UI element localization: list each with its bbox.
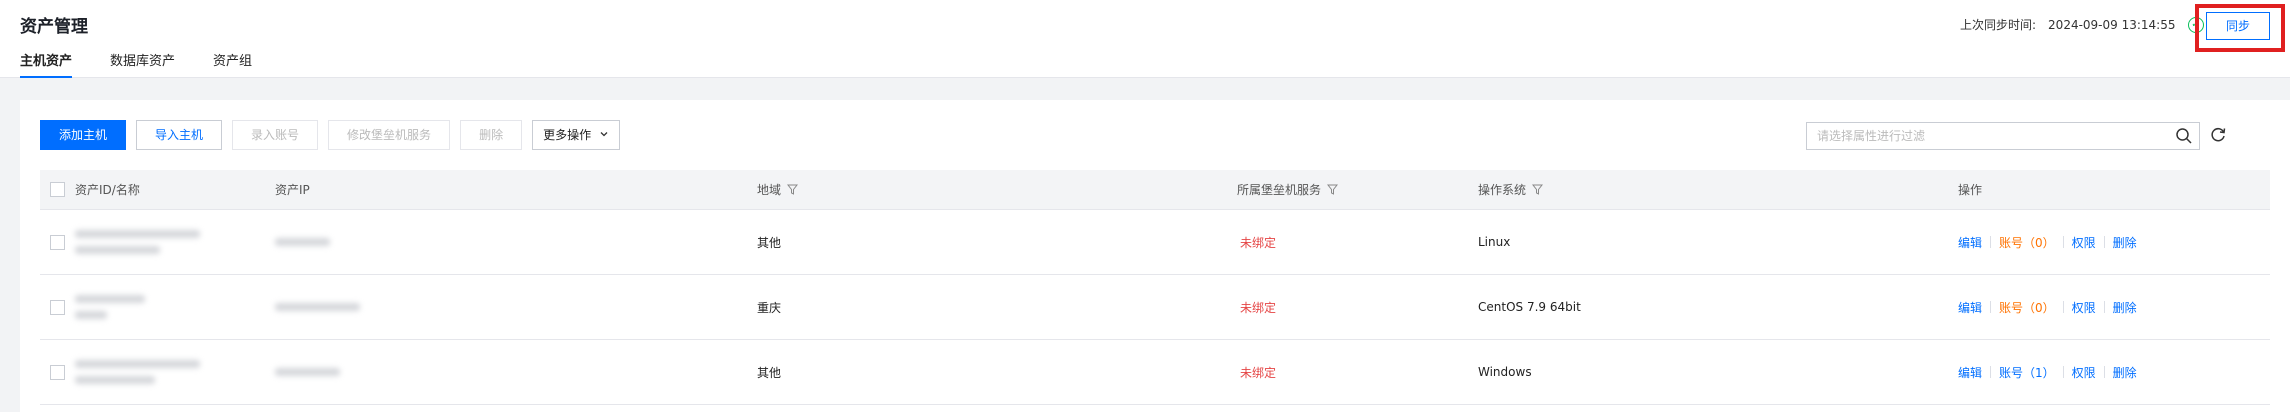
- column-ip: 资产IP: [275, 183, 310, 197]
- host-asset-table: 资产ID/名称 资产IP 地域 所属堡垒机服务 操作系统 操作 其他 未绑定 L…: [40, 170, 2270, 405]
- table-header: 资产ID/名称 资产IP 地域 所属堡垒机服务 操作系统 操作: [40, 170, 2270, 210]
- row-actions: 编辑 账号（1） 权限 删除: [1958, 340, 2137, 404]
- row-checkbox[interactable]: [50, 364, 65, 380]
- delete-link[interactable]: 删除: [2113, 364, 2137, 381]
- table-row: 其他 未绑定 Windows 编辑 账号（1） 权限 删除: [40, 340, 2270, 405]
- permission-link[interactable]: 权限: [2072, 234, 2096, 251]
- row-checkbox[interactable]: [50, 299, 65, 315]
- row-bastion-status: 未绑定: [1240, 235, 1277, 250]
- search-input[interactable]: [1807, 123, 2147, 149]
- sync-time: 2024-09-09 13:14:55: [2048, 17, 2176, 32]
- row-actions: 编辑 账号（0） 权限 删除: [1958, 210, 2137, 274]
- column-os-label: 操作系统: [1478, 183, 1527, 197]
- table-row: 重庆 未绑定 CentOS 7.9 64bit 编辑 账号（0） 权限 删除: [40, 275, 2270, 340]
- sync-button[interactable]: 同步: [2206, 12, 2270, 40]
- edit-link[interactable]: 编辑: [1958, 234, 1982, 251]
- redacted-ip: [275, 210, 330, 274]
- divider: [2103, 236, 2105, 248]
- enter-account-button[interactable]: 录入账号: [232, 120, 319, 150]
- row-bastion-status: 未绑定: [1240, 365, 1277, 380]
- redacted-ip: [275, 275, 360, 339]
- sync-label: 上次同步时间:: [1960, 18, 2037, 32]
- redacted-ip: [275, 340, 340, 404]
- delete-link[interactable]: 删除: [2113, 234, 2137, 251]
- redacted-id-name: [75, 340, 200, 404]
- row-os: Linux: [1478, 235, 1511, 249]
- select-all-checkbox[interactable]: [50, 182, 65, 197]
- tab-asset-groups[interactable]: 资产组: [213, 52, 252, 78]
- filter-search: [1806, 122, 2200, 150]
- divider: [2103, 301, 2105, 313]
- filter-icon[interactable]: [787, 184, 799, 195]
- row-region: 重庆: [757, 300, 782, 315]
- divider: [2062, 236, 2064, 248]
- sync-status: 上次同步时间: 2024-09-09 13:14:55 ✓: [1960, 16, 2216, 33]
- table-row: 其他 未绑定 Linux 编辑 账号（0） 权限 删除: [40, 210, 2270, 275]
- column-os: 操作系统: [1478, 170, 1544, 209]
- modify-bastion-button[interactable]: 修改堡垒机服务: [328, 120, 451, 150]
- column-id-name: 资产ID/名称: [75, 183, 140, 197]
- top-bar: 资产管理 主机资产 数据库资产 资产组 上次同步时间: 2024-09-09 1…: [0, 0, 2290, 78]
- more-actions-label: 更多操作: [543, 128, 592, 142]
- tab-host-assets[interactable]: 主机资产: [20, 52, 73, 78]
- filter-icon[interactable]: [1532, 184, 1544, 195]
- account-link[interactable]: 账号（1）: [1999, 364, 2055, 381]
- divider: [1990, 236, 1992, 248]
- chevron-down-icon: [600, 132, 608, 137]
- column-actions: 操作: [1958, 183, 1983, 197]
- divider: [1990, 366, 1992, 378]
- redacted-id-name: [75, 275, 145, 339]
- account-link[interactable]: 账号（0）: [1999, 234, 2055, 251]
- delete-button[interactable]: 删除: [460, 120, 523, 150]
- import-host-button[interactable]: 导入主机: [136, 120, 223, 150]
- column-region: 地域: [757, 170, 799, 209]
- row-region: 其他: [757, 235, 782, 250]
- tab-database-assets[interactable]: 数据库资产: [110, 52, 175, 78]
- search-icon[interactable]: [2175, 127, 2193, 145]
- row-bastion-status: 未绑定: [1240, 300, 1277, 315]
- more-actions-dropdown[interactable]: 更多操作: [532, 120, 620, 150]
- permission-link[interactable]: 权限: [2072, 364, 2096, 381]
- permission-link[interactable]: 权限: [2072, 299, 2096, 316]
- column-region-label: 地域: [757, 183, 782, 197]
- asset-panel: 添加主机 导入主机 录入账号 修改堡垒机服务 删除 更多操作 资产ID/名称 资…: [20, 100, 2290, 412]
- edit-link[interactable]: 编辑: [1958, 364, 1982, 381]
- row-region: 其他: [757, 365, 782, 380]
- column-bastion: 所属堡垒机服务: [1237, 170, 1339, 209]
- divider: [2062, 366, 2064, 378]
- add-host-button[interactable]: 添加主机: [40, 120, 127, 150]
- asset-tabs: 主机资产 数据库资产 资产组: [20, 52, 290, 78]
- divider: [2062, 301, 2064, 313]
- refresh-icon[interactable]: [2208, 125, 2228, 145]
- filter-icon[interactable]: [1327, 184, 1339, 195]
- edit-link[interactable]: 编辑: [1958, 299, 1982, 316]
- redacted-id-name: [75, 210, 200, 274]
- row-actions: 编辑 账号（0） 权限 删除: [1958, 275, 2137, 339]
- divider: [2103, 366, 2105, 378]
- row-os: Windows: [1478, 365, 1532, 379]
- row-os: CentOS 7.9 64bit: [1478, 300, 1581, 314]
- page-title: 资产管理: [20, 17, 88, 37]
- account-link[interactable]: 账号（0）: [1999, 299, 2055, 316]
- row-checkbox[interactable]: [50, 234, 65, 250]
- divider: [1990, 301, 1992, 313]
- column-bastion-label: 所属堡垒机服务: [1237, 183, 1322, 197]
- delete-link[interactable]: 删除: [2113, 299, 2137, 316]
- toolbar: 添加主机 导入主机 录入账号 修改堡垒机服务 删除 更多操作: [40, 120, 630, 150]
